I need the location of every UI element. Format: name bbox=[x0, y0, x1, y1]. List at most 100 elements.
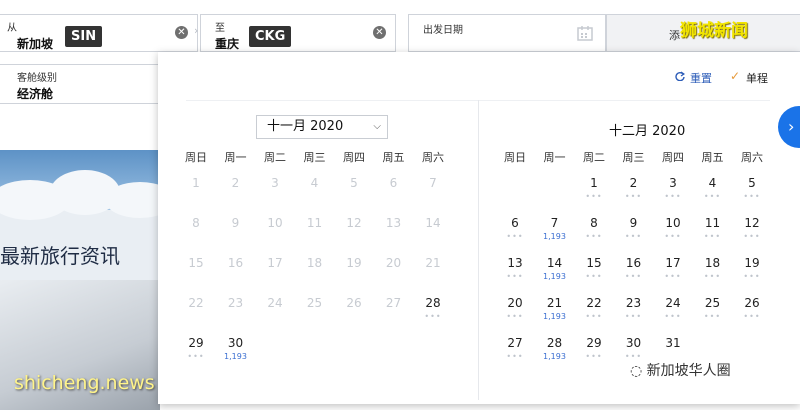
day-placeholder: ••• bbox=[703, 192, 722, 201]
weekday-header: 周一 bbox=[224, 151, 247, 164]
nov-day-23: 23 bbox=[227, 296, 244, 310]
weekday-header: 周日 bbox=[504, 151, 526, 164]
chevron-down-icon: ⌵ bbox=[373, 121, 381, 132]
nov-day-17: 17 bbox=[267, 256, 283, 270]
dec-day-18[interactable]: 18 bbox=[699, 256, 727, 270]
day-placeholder: ••• bbox=[664, 312, 682, 321]
day-placeholder: ••• bbox=[585, 272, 603, 281]
weekday-header: 周六 bbox=[422, 151, 444, 164]
dec-day-26[interactable]: 26 bbox=[738, 296, 766, 310]
day-placeholder: ••• bbox=[664, 272, 682, 281]
watermark-top: 狮城新闻 bbox=[680, 21, 748, 41]
watermark-bottom-right: ◌ 新加坡华人圈 bbox=[628, 360, 733, 380]
watermark-bottom-right-text: 新加坡华人圈 bbox=[646, 363, 731, 379]
destination-code: CKG bbox=[249, 26, 292, 47]
sky-image bbox=[0, 150, 175, 220]
one-way-toggle[interactable]: 单程 bbox=[746, 70, 768, 86]
nov-day-18: 18 bbox=[306, 256, 323, 270]
news-headline[interactable]: 最新旅行资讯 bbox=[0, 240, 120, 269]
cabin-class-label: 客舱级别 bbox=[17, 73, 57, 84]
cabin-class-field[interactable]: 客舱级别 经济舱 bbox=[0, 64, 160, 104]
dec-day-10[interactable]: 10 bbox=[659, 216, 687, 230]
dec-day-7[interactable]: 7 bbox=[541, 216, 569, 230]
dec-day-2[interactable]: 2 bbox=[620, 176, 648, 190]
month-select-value: 十一月 2020 bbox=[267, 119, 344, 134]
dec-day-15[interactable]: 15 bbox=[580, 256, 608, 270]
weekday-header: 周三 bbox=[622, 151, 645, 164]
dec-day-27[interactable]: 27 bbox=[501, 336, 529, 350]
day-placeholder: ••• bbox=[624, 192, 643, 201]
nov-day-6: 6 bbox=[389, 176, 398, 190]
dec-day-4[interactable]: 4 bbox=[699, 176, 727, 190]
nov-day-28[interactable]: 28 bbox=[419, 296, 447, 310]
origin-city: 新加坡 bbox=[17, 37, 54, 51]
refresh-icon bbox=[675, 71, 685, 81]
dec-day-24[interactable]: 24 bbox=[659, 296, 687, 310]
clear-origin-icon[interactable]: ✕ bbox=[175, 26, 188, 39]
dec-day-11[interactable]: 11 bbox=[699, 216, 727, 230]
nov-day-19: 19 bbox=[346, 256, 362, 270]
dec-day-14[interactable]: 14 bbox=[541, 256, 569, 270]
nov-day-1: 1 bbox=[192, 176, 200, 190]
weekday-header: 周日 bbox=[185, 151, 207, 164]
dec-day-19[interactable]: 19 bbox=[738, 256, 766, 270]
origin-label: 从 bbox=[7, 23, 17, 34]
nov-day-26: 26 bbox=[346, 296, 362, 310]
nov-day-8: 8 bbox=[192, 216, 200, 230]
dec-day-30[interactable]: 30 bbox=[620, 336, 648, 350]
dec-day-29[interactable]: 29 bbox=[580, 336, 608, 350]
dec-day-1[interactable]: 1 bbox=[580, 176, 608, 190]
dec-day-20[interactable]: 20 bbox=[501, 296, 529, 310]
day-placeholder: ••• bbox=[585, 232, 603, 241]
dec-day-5[interactable]: 5 bbox=[738, 176, 766, 190]
nov-day-24: 24 bbox=[267, 296, 283, 310]
day-placeholder: ••• bbox=[585, 192, 603, 201]
day-price: 1,193 bbox=[224, 352, 247, 361]
day-placeholder: ••• bbox=[506, 272, 524, 281]
dec-day-6[interactable]: 6 bbox=[501, 216, 529, 230]
day-price: 1,193 bbox=[543, 352, 566, 361]
dec-day-16[interactable]: 16 bbox=[620, 256, 648, 270]
weekday-header: 周二 bbox=[583, 151, 605, 164]
destination-field[interactable]: 至 重庆 CKG ✕ bbox=[200, 14, 396, 52]
day-placeholder: ••• bbox=[585, 352, 603, 361]
nov-day-3: 3 bbox=[271, 176, 279, 190]
nov-day-10: 10 bbox=[267, 216, 283, 230]
dec-day-25[interactable]: 25 bbox=[699, 296, 727, 310]
day-placeholder: ••• bbox=[664, 192, 682, 201]
weekday-header: 周四 bbox=[662, 151, 684, 164]
destination-label: 至 bbox=[215, 23, 225, 34]
depart-date-field[interactable]: 出发日期 bbox=[408, 14, 606, 52]
day-placeholder: ••• bbox=[187, 352, 205, 361]
reset-button[interactable]: 重置 bbox=[690, 70, 712, 86]
nov-day-25: 25 bbox=[306, 296, 323, 310]
dec-day-21[interactable]: 21 bbox=[541, 296, 569, 310]
nov-day-13: 13 bbox=[385, 216, 402, 230]
day-placeholder: ••• bbox=[506, 312, 524, 321]
month-select[interactable]: 十一月 2020 ⌵ bbox=[256, 115, 388, 139]
clear-destination-icon[interactable]: ✕ bbox=[373, 26, 386, 39]
depart-date-label: 出发日期 bbox=[423, 25, 463, 36]
day-price: 1,193 bbox=[543, 232, 566, 241]
dec-day-28[interactable]: 28 bbox=[541, 336, 569, 350]
dec-day-17[interactable]: 17 bbox=[659, 256, 687, 270]
date-picker-popup: 重置 ✓ 单程 十一月 2020 ⌵ 十二月 2020 周日 周一 周二 周三 周四 周五… bbox=[158, 52, 800, 404]
dec-day-12[interactable]: 12 bbox=[738, 216, 766, 230]
dec-day-8[interactable]: 8 bbox=[580, 216, 608, 230]
dec-day-23[interactable]: 23 bbox=[620, 296, 648, 310]
day-placeholder: ••• bbox=[424, 312, 442, 321]
dec-day-22[interactable]: 22 bbox=[580, 296, 608, 310]
dec-day-31[interactable]: 31 bbox=[659, 336, 687, 350]
day-placeholder: ••• bbox=[664, 232, 682, 241]
dec-day-3[interactable]: 3 bbox=[659, 176, 687, 190]
dec-day-9[interactable]: 9 bbox=[620, 216, 648, 230]
day-placeholder: ••• bbox=[624, 272, 643, 281]
nov-day-2: 2 bbox=[231, 176, 240, 190]
nov-day-29[interactable]: 29 bbox=[182, 336, 210, 350]
nov-day-30[interactable]: 30 bbox=[222, 336, 250, 350]
nov-day-15: 15 bbox=[188, 256, 204, 270]
origin-code: SIN bbox=[65, 26, 103, 47]
day-placeholder: ••• bbox=[506, 232, 524, 241]
origin-field[interactable]: 从 新加坡 SIN ✕ bbox=[0, 14, 198, 52]
dec-day-13[interactable]: 13 bbox=[501, 256, 529, 270]
